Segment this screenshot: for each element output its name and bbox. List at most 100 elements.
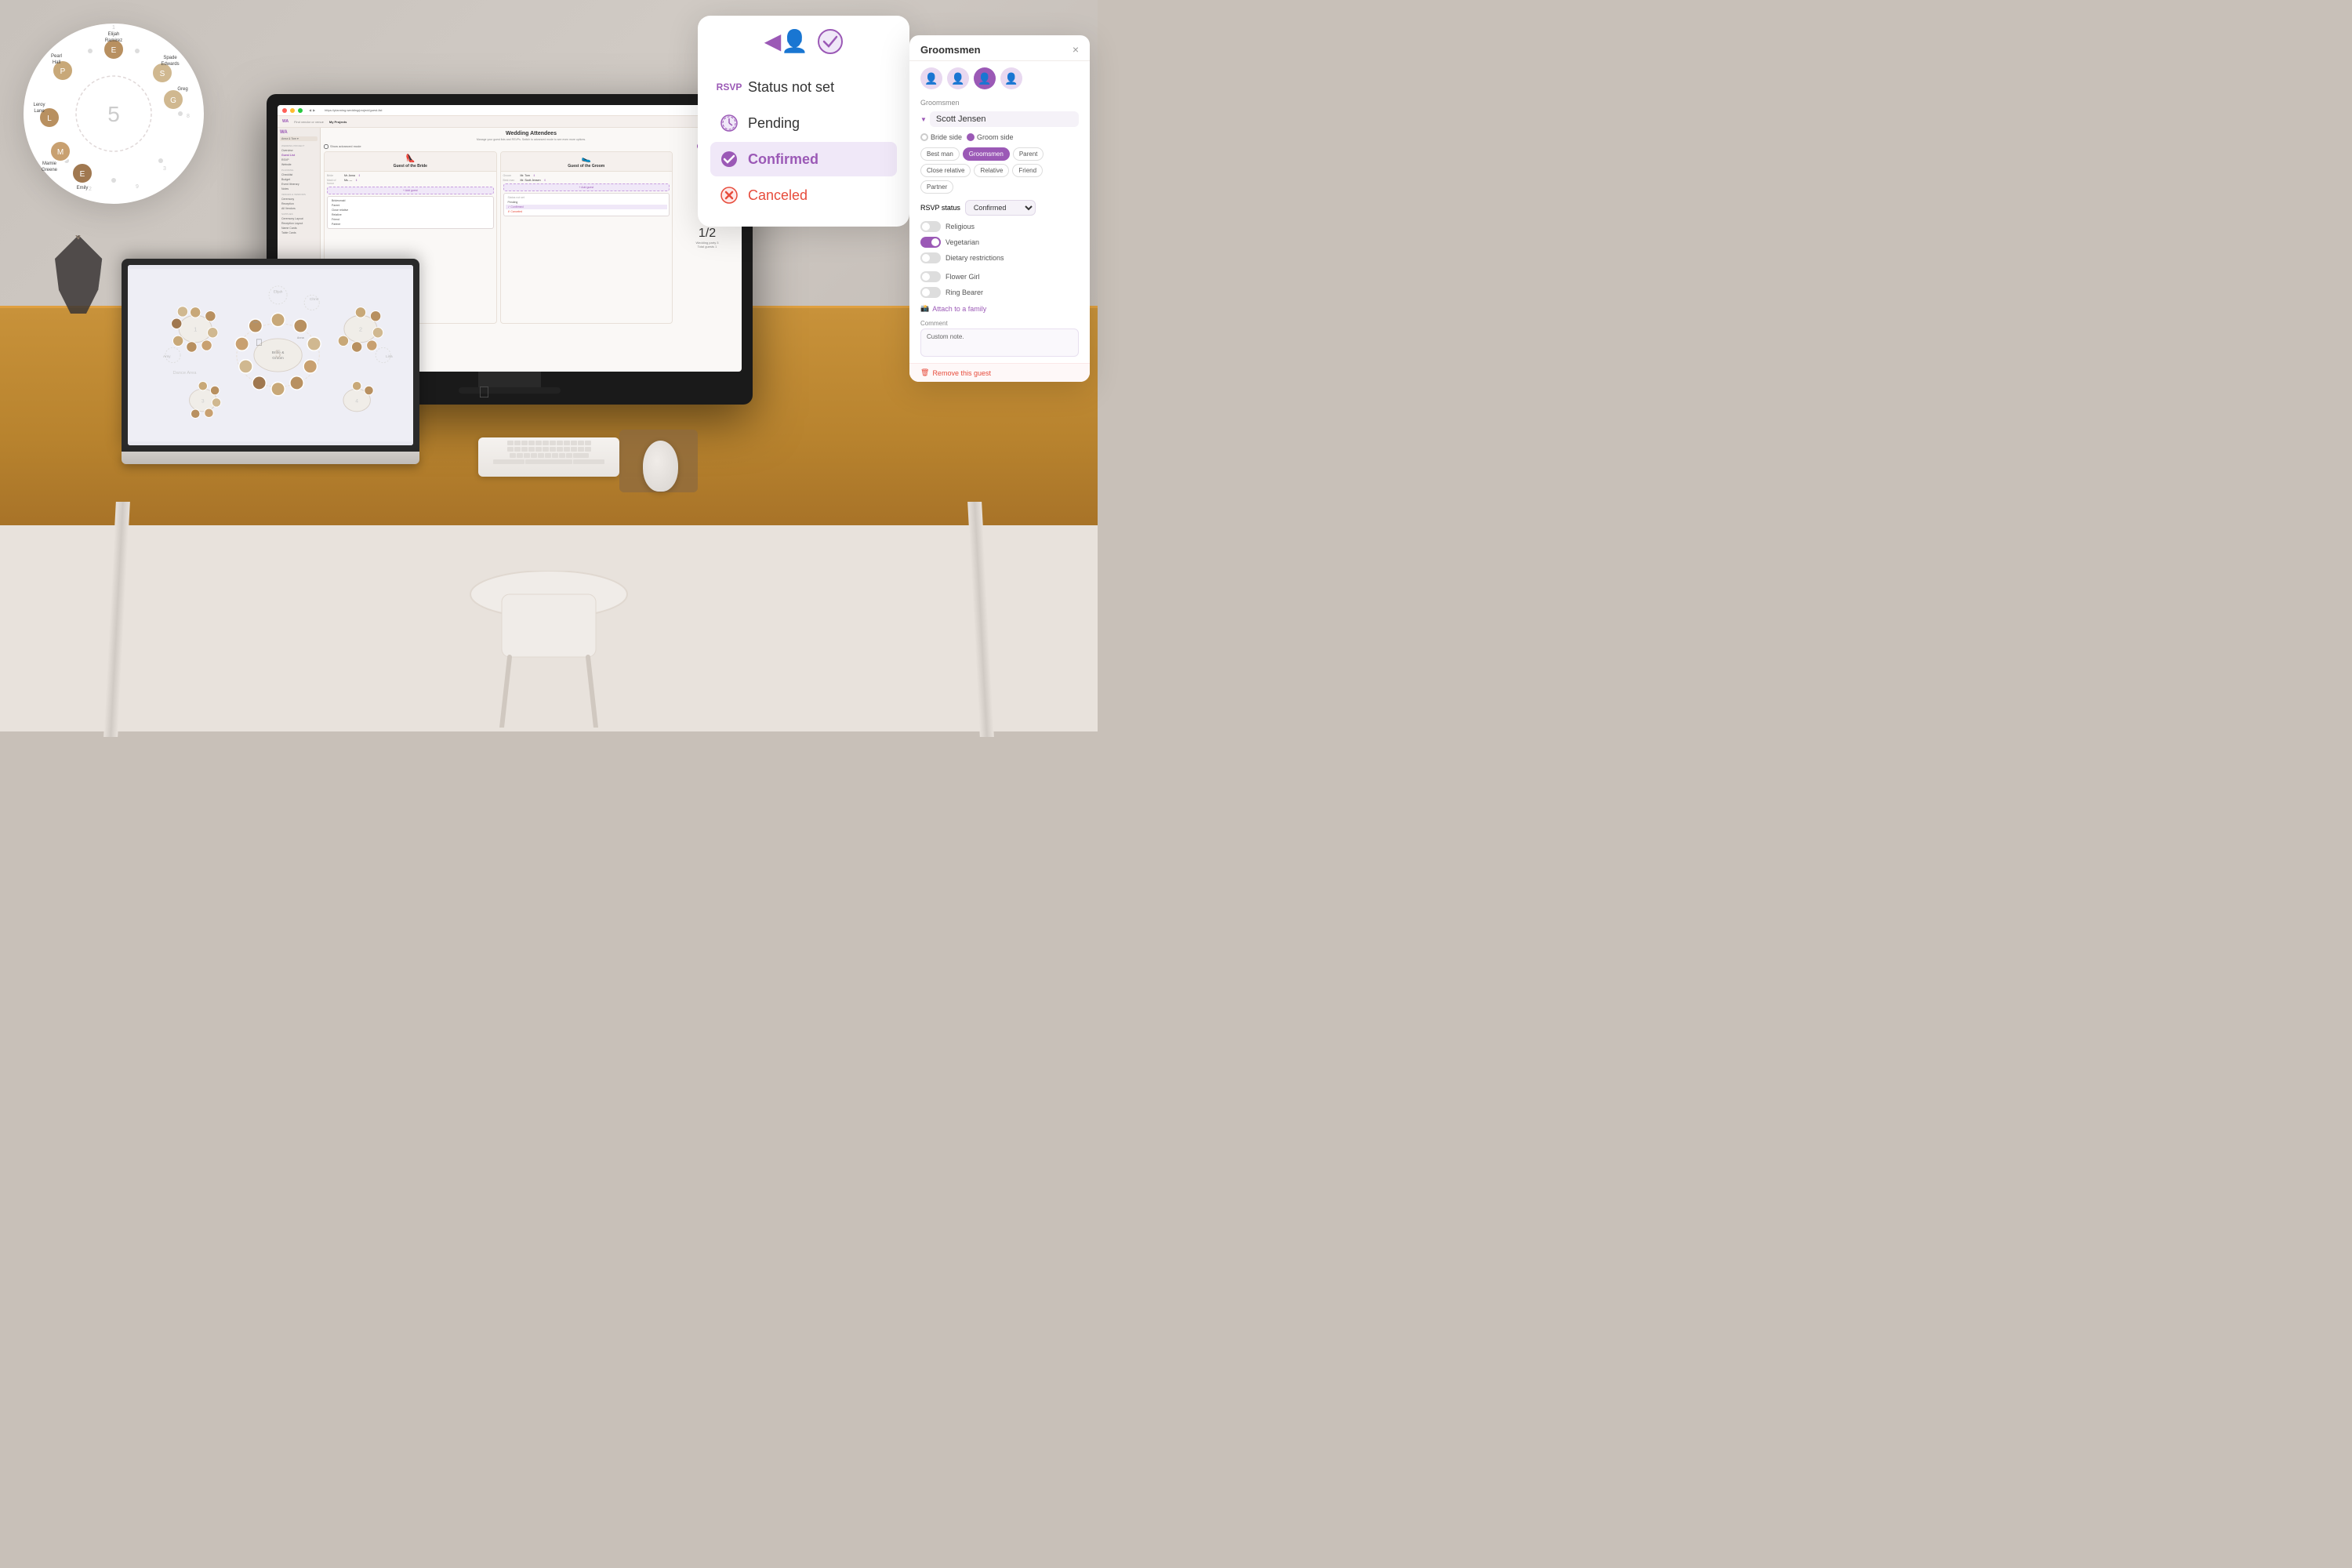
comment-box[interactable]: Custom note. (920, 328, 1079, 357)
project-selector[interactable]: Anna & Tom ▾ (280, 136, 318, 141)
bride-side-radio[interactable] (920, 133, 928, 141)
svg-text:9: 9 (136, 184, 139, 190)
find-vendor-nav[interactable]: Find vendor or venue (294, 120, 324, 124)
advanced-checkbox[interactable] (324, 144, 328, 149)
role-friend[interactable]: Friend (1012, 164, 1043, 177)
sidebar-logo: WA (280, 130, 318, 135)
svg-text:Edwards: Edwards (161, 62, 179, 67)
sidebar-item-table-cards[interactable]: Table Cards (280, 230, 318, 235)
checkmark-circle-icon (818, 29, 843, 54)
bride-column-header: 👠 Guest of the Bride (325, 152, 496, 172)
attach-family-row[interactable]: 📸 Attach to a family (909, 300, 1090, 317)
rsvp-status-row: RSVP status Status not set Pending Confi… (909, 197, 1090, 219)
chair (455, 571, 643, 731)
groom-column-body: Groom Mr. Tom ⇕ Best man Mr. Scott Jense… (501, 172, 673, 219)
ring-bearer-label: Ring Bearer (946, 289, 983, 296)
app-logo: WA (282, 119, 289, 124)
svg-text:E: E (80, 170, 85, 179)
groom-name: Mr. Tom (521, 174, 530, 177)
rsvp-canceled-icon (718, 184, 740, 206)
role-relative[interactable]: Relative (974, 164, 1009, 177)
laptop-base (122, 452, 419, 464)
groom-side-label: Groom side (977, 133, 1014, 141)
groom-side-option[interactable]: Groom side (967, 133, 1014, 141)
religious-toggle[interactable] (920, 221, 941, 232)
groom-side-radio[interactable] (967, 133, 975, 141)
dietary-toggle[interactable] (920, 252, 941, 263)
svg-text:Lisa: Lisa (386, 354, 393, 359)
dropdown-arrow-icon: ▼ (920, 116, 927, 123)
close-button-icon[interactable] (282, 108, 287, 113)
svg-text:Emily: Emily (77, 186, 89, 191)
maid-info-row: Maid of honor Ms. — ⇕ (327, 179, 494, 185)
religious-label: Religious (946, 223, 975, 230)
svg-text:3: 3 (201, 398, 205, 404)
dietary-label: Dietary restrictions (946, 254, 1004, 262)
svg-text:5: 5 (275, 348, 281, 360)
svg-text:Spade: Spade (163, 56, 177, 60)
laptop-apple-logo-icon:  (256, 337, 263, 348)
best-man-info-row: Best man Mr. Scott Jensen ⇕ (503, 179, 670, 182)
svg-text:Leroy: Leroy (33, 103, 45, 107)
role-groomsmen[interactable]: Groomsmen (963, 147, 1010, 161)
svg-text:Elijah: Elijah (274, 289, 283, 294)
role-close-relative[interactable]: Close relative (920, 164, 971, 177)
svg-text:Dance Area: Dance Area (172, 371, 197, 376)
svg-text:P: P (60, 67, 66, 76)
role-partner[interactable]: Partner (920, 180, 953, 194)
trash-icon: 🗑 (920, 368, 929, 377)
sidebar-section-planning: PLANNING (280, 167, 318, 172)
bride-info-row: Bride Mr. Anna ⇕ (327, 174, 494, 177)
svg-text:G: G (170, 96, 176, 105)
svg-text:Mamie: Mamie (42, 162, 57, 166)
svg-text:E: E (111, 46, 117, 55)
geometric-vase (47, 235, 110, 329)
role-dropdown[interactable]: Bridesmaid Parent Close relative Relativ… (327, 196, 494, 229)
groomsmen-panel: Groomsmen × 👤 👤 👤 👤 Groomsmen ▼ Scott Je… (909, 35, 1090, 382)
svg-text:Pearl: Pearl (51, 54, 62, 59)
total-guests: Total guests 1 (698, 245, 717, 249)
url-bar[interactable]: https://planning.wedding/project/guest-l… (321, 107, 737, 113)
rsvp-popup-header: ◀👤 (710, 28, 897, 60)
monitor-foot (459, 387, 561, 394)
minimize-button-icon[interactable] (290, 108, 295, 113)
vegetarian-toggle[interactable] (920, 237, 941, 248)
my-projects-nav[interactable]: My Projects (329, 120, 347, 124)
rsvp-status-select[interactable]: Status not set Pending Confirmed Cancele… (965, 200, 1036, 216)
rsvp-confirmed-label: Confirmed (748, 151, 818, 168)
svg-text:Elijah: Elijah (108, 32, 120, 37)
flower-girl-toggle[interactable] (920, 271, 941, 282)
role-best-man[interactable]: Best man (920, 147, 960, 161)
rsvp-item-not-set[interactable]: RSVP Status not set (710, 70, 897, 104)
rsvp-mini-dropdown[interactable]: Status not set Pending ✓ Confirmed ✗ Can… (503, 193, 670, 216)
svg-text:Amy: Amy (163, 354, 171, 359)
panel-title: Groomsmen (920, 44, 981, 56)
rsvp-canceled-label: Canceled (748, 187, 808, 204)
app-navbar: WA Find vendor or venue My Projects + (278, 116, 742, 128)
rsvp-item-canceled[interactable]: Canceled (710, 178, 897, 212)
ring-bearer-toggle-row: Ring Bearer (909, 285, 1090, 300)
rsvp-item-confirmed[interactable]: Confirmed (710, 142, 897, 176)
sidebar-section-venues: VENUES & VENDORS (280, 191, 318, 197)
guest-name[interactable]: Scott Jensen (930, 111, 1079, 127)
mouse[interactable] (643, 441, 678, 492)
remove-guest-row[interactable]: 🗑 Remove this guest (909, 363, 1090, 382)
panel-close-button[interactable]: × (1073, 43, 1079, 56)
svg-text:5: 5 (107, 102, 120, 126)
keyboard[interactable] (478, 437, 619, 477)
flower-girl-label: Flower Girl (946, 273, 980, 281)
rsvp-item-pending[interactable]: Pending (710, 106, 897, 140)
panel-header: Groomsmen × (909, 35, 1090, 61)
role-parent[interactable]: Parent (1013, 147, 1044, 161)
groom-info-row: Groom Mr. Tom ⇕ (503, 174, 670, 177)
add-guest-groom-button[interactable]: + Add guest (503, 183, 670, 191)
rsvp-opt-canceled[interactable]: ✗ Canceled (506, 209, 668, 214)
comment-section: Comment Custom note. (909, 317, 1090, 360)
bride-side-option[interactable]: Bride side (920, 133, 962, 141)
laptop-screen: Dance Area Bride & Groom 5 (128, 265, 413, 445)
ring-bearer-toggle[interactable] (920, 287, 941, 298)
show-advanced-toggle[interactable]: Show advanced mode (324, 144, 361, 149)
add-guest-bride-button[interactable]: + Add guest (327, 187, 494, 194)
role-partner[interactable]: Partner (329, 222, 492, 227)
maximize-button-icon[interactable] (298, 108, 303, 113)
